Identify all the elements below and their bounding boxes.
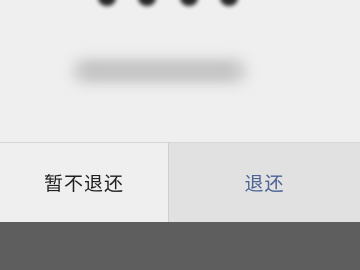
obscured-message-text [84,63,234,79]
screen: 暂不退还 退还 [0,0,360,270]
return-button[interactable]: 退还 [168,143,360,222]
confirmation-dialog: 暂不退还 退还 [0,0,360,222]
obscured-top-content [98,0,248,12]
do-not-return-button[interactable]: 暂不退还 [0,143,168,222]
background-overlay [0,222,360,270]
dialog-button-row: 暂不退还 退还 [0,143,360,222]
